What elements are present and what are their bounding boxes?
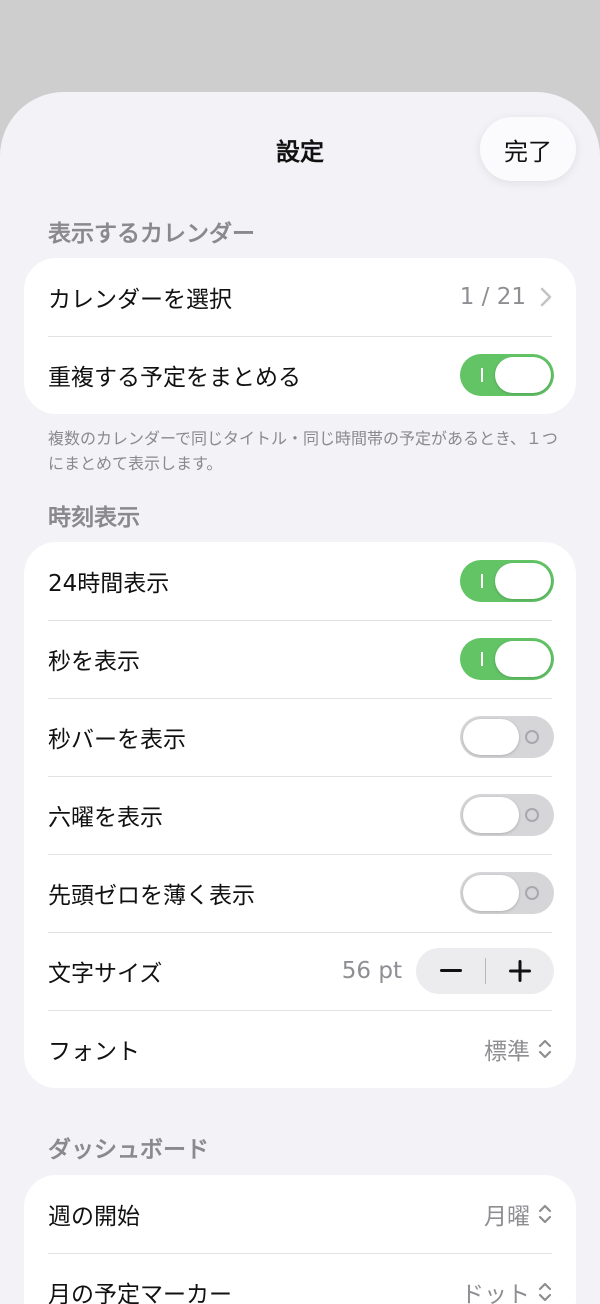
section-header-calendars: 表示するカレンダー xyxy=(48,221,255,247)
font-row[interactable]: フォント 標準 xyxy=(24,1010,576,1088)
show-seconds-row: 秒を表示 xyxy=(24,620,576,698)
toggle-knob xyxy=(463,719,519,755)
merge-duplicates-row: 重複する予定をまとめる xyxy=(24,336,576,414)
leading-zero-toggle[interactable] xyxy=(460,872,554,914)
month-marker-value: ドット xyxy=(461,1282,530,1304)
rokuyo-row: 六曜を表示 xyxy=(24,776,576,854)
chevron-right-icon xyxy=(540,286,554,308)
hour24-label: 24時間表示 xyxy=(48,571,170,597)
merge-footnote: 複数のカレンダーで同じタイトル・同じ時間帯の予定があるとき、１つにまとめて表示し… xyxy=(48,429,558,473)
seconds-bar-label: 秒バーを表示 xyxy=(48,727,186,753)
toggle-on-mark-icon xyxy=(481,574,483,588)
toggle-knob xyxy=(495,563,551,599)
month-marker-label: 月の予定マーカー xyxy=(48,1282,232,1304)
chevron-up-down-icon xyxy=(538,1037,554,1061)
toggle-off-mark-icon xyxy=(525,886,539,900)
leading-zero-label: 先頭ゼロを薄く表示 xyxy=(48,883,255,909)
toggle-on-mark-icon xyxy=(481,652,483,666)
select-calendar-label: カレンダーを選択 xyxy=(48,287,232,313)
calendar-card: カレンダーを選択 1 / 21 重複する予定をまとめる xyxy=(24,258,576,414)
section-header-dashboard: ダッシュボード xyxy=(48,1137,209,1163)
toggle-off-mark-icon xyxy=(525,808,539,822)
week-start-value: 月曜 xyxy=(484,1204,530,1230)
time-card: 24時間表示 秒を表示 秒バーを表示 六曜を表示 先頭ゼロを薄く表示 文字サイズ… xyxy=(24,542,576,1088)
rokuyo-toggle[interactable] xyxy=(460,794,554,836)
toggle-knob xyxy=(495,357,551,393)
font-size-stepper: − + xyxy=(416,948,554,994)
done-button[interactable]: 完了 xyxy=(480,117,576,181)
week-start-row[interactable]: 週の開始 月曜 xyxy=(24,1175,576,1253)
toggle-knob xyxy=(463,797,519,833)
font-size-row: 文字サイズ 56 pt − + xyxy=(24,932,576,1010)
leading-zero-row: 先頭ゼロを薄く表示 xyxy=(24,854,576,932)
seconds-bar-row: 秒バーを表示 xyxy=(24,698,576,776)
font-size-value: 56 pt xyxy=(341,958,402,984)
increment-button[interactable]: + xyxy=(485,948,554,994)
toggle-on-mark-icon xyxy=(481,368,483,382)
rokuyo-label: 六曜を表示 xyxy=(48,805,163,831)
font-size-label: 文字サイズ xyxy=(48,961,163,987)
font-value: 標準 xyxy=(484,1039,530,1065)
decrement-button[interactable]: − xyxy=(416,948,485,994)
toggle-knob xyxy=(463,875,519,911)
month-marker-row[interactable]: 月の予定マーカー ドット xyxy=(24,1253,576,1304)
settings-sheet: 設定 完了 表示するカレンダー カレンダーを選択 1 / 21 重複する予定をま… xyxy=(0,92,600,1304)
stepper-divider xyxy=(485,958,486,984)
show-seconds-label: 秒を表示 xyxy=(48,649,140,675)
hour24-toggle[interactable] xyxy=(460,560,554,602)
hour24-row: 24時間表示 xyxy=(24,542,576,620)
show-seconds-toggle[interactable] xyxy=(460,638,554,680)
dashboard-card: 週の開始 月曜 月の予定マーカー ドット xyxy=(24,1175,576,1304)
merge-duplicates-label: 重複する予定をまとめる xyxy=(48,365,301,391)
select-calendar-value: 1 / 21 xyxy=(459,284,526,310)
merge-duplicates-toggle[interactable] xyxy=(460,354,554,396)
week-start-label: 週の開始 xyxy=(48,1204,140,1230)
chevron-up-down-icon xyxy=(538,1280,554,1304)
seconds-bar-toggle[interactable] xyxy=(460,716,554,758)
toggle-knob xyxy=(495,641,551,677)
select-calendar-row[interactable]: カレンダーを選択 1 / 21 xyxy=(24,258,576,336)
section-header-time: 時刻表示 xyxy=(48,505,140,531)
toggle-off-mark-icon xyxy=(525,730,539,744)
chevron-up-down-icon xyxy=(538,1202,554,1226)
font-label: フォント xyxy=(48,1039,140,1065)
